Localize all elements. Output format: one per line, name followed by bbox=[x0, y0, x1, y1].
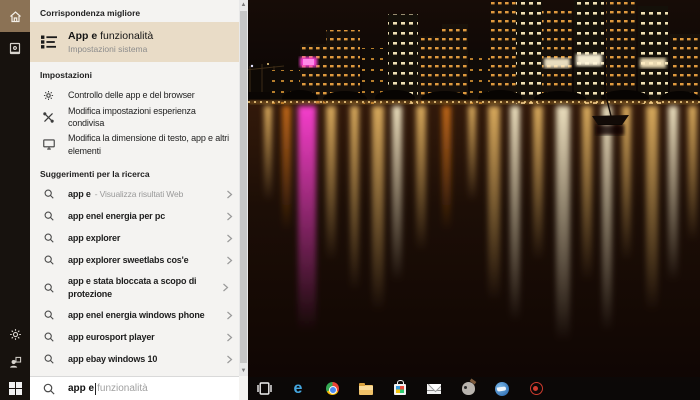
scrollbar-thumb[interactable] bbox=[240, 11, 247, 363]
gear-icon bbox=[40, 90, 57, 101]
chevron-right-icon[interactable] bbox=[226, 234, 233, 243]
suggestion-item[interactable]: app enel energia per pc bbox=[30, 205, 239, 227]
search-icon bbox=[40, 211, 57, 221]
red-app-icon[interactable] bbox=[528, 381, 544, 397]
search-results-panel: Corrispondenza migliore App e funzionali… bbox=[30, 0, 248, 400]
account-icon bbox=[9, 356, 22, 369]
desktop: e bbox=[0, 0, 700, 400]
suggestion-item[interactable]: app ebay windows 10 bbox=[30, 348, 239, 370]
search-suggestions-header: Suggerimenti per la ricerca bbox=[30, 164, 239, 183]
search-icon bbox=[40, 255, 57, 265]
windows-start-icon bbox=[9, 382, 22, 395]
suggestion-web-results[interactable]: app e- Visualizza risultati Web bbox=[30, 183, 239, 205]
home-icon bbox=[9, 10, 22, 23]
search-typed-text: app e bbox=[68, 383, 94, 394]
rail-spacer bbox=[0, 64, 30, 320]
setting-item-app-browser-control[interactable]: Controllo delle app e del browser bbox=[30, 84, 239, 106]
setting-item-text-size[interactable]: Modifica la dimensione di testo, app e a… bbox=[30, 128, 239, 161]
thunderbird-icon[interactable] bbox=[494, 381, 510, 397]
suggestion-item[interactable]: app explorer bbox=[30, 227, 239, 249]
search-icon bbox=[40, 332, 57, 342]
chrome-icon[interactable] bbox=[324, 381, 340, 397]
best-match-header: Corrispondenza migliore bbox=[30, 3, 239, 22]
file-explorer-icon[interactable] bbox=[358, 381, 374, 397]
search-icon bbox=[40, 283, 57, 293]
suggestion-text: app enel energia per pc bbox=[68, 210, 222, 222]
display-icon bbox=[40, 139, 57, 150]
chevron-right-icon[interactable] bbox=[222, 283, 229, 292]
chevron-right-icon[interactable] bbox=[226, 190, 233, 199]
task-view-icon[interactable] bbox=[256, 381, 272, 397]
setting-item-label: Controllo delle app e del browser bbox=[68, 89, 233, 101]
account-button[interactable] bbox=[0, 348, 30, 376]
chevron-right-icon[interactable] bbox=[226, 311, 233, 320]
chevron-right-icon[interactable] bbox=[226, 355, 233, 364]
best-match-subtitle: Impostazioni sistema bbox=[68, 44, 233, 54]
setting-item-label: Modifica impostazioni esperienza condivi… bbox=[68, 105, 233, 129]
suggestion-text: app e stata bloccata a scopo di protezio… bbox=[68, 275, 218, 299]
scrollbar-down-arrow-icon[interactable]: ▼ bbox=[239, 366, 248, 376]
chevron-right-icon[interactable] bbox=[226, 333, 233, 342]
scrollbar-up-arrow-icon[interactable]: ▲ bbox=[239, 0, 248, 10]
best-match-title: App e funzionalità bbox=[68, 30, 233, 43]
best-match-result[interactable]: App e funzionalità Impostazioni sistema bbox=[30, 22, 239, 62]
mail-icon[interactable] bbox=[426, 381, 442, 397]
setting-item-label: Modifica la dimensione di testo, app e a… bbox=[68, 132, 233, 156]
search-input[interactable]: app e funzionalità bbox=[30, 376, 239, 400]
suggestion-text: app explorer bbox=[68, 232, 222, 244]
suggestion-item[interactable]: app explorer sweetlabs cos'e bbox=[30, 249, 239, 271]
search-flyout: Corrispondenza migliore App e funzionali… bbox=[0, 0, 248, 400]
shared-experience-icon bbox=[40, 112, 57, 123]
suggestion-item[interactable]: app eurosport player bbox=[30, 326, 239, 348]
gear-icon bbox=[9, 328, 22, 341]
suggestion-text: app enel energia windows phone bbox=[68, 309, 222, 321]
search-icon bbox=[40, 383, 57, 395]
settings-header: Impostazioni bbox=[30, 65, 239, 84]
collection-tab[interactable] bbox=[0, 32, 30, 64]
store-icon[interactable] bbox=[392, 381, 408, 397]
chevron-right-icon[interactable] bbox=[226, 256, 233, 265]
gimp-icon[interactable] bbox=[460, 381, 476, 397]
settings-button[interactable] bbox=[0, 320, 30, 348]
start-button[interactable] bbox=[0, 376, 30, 400]
home-tab[interactable] bbox=[0, 0, 30, 32]
edge-icon[interactable]: e bbox=[290, 381, 306, 397]
search-icon bbox=[40, 354, 57, 364]
search-icon bbox=[40, 189, 57, 199]
collection-icon bbox=[9, 42, 21, 55]
suggestion-text: app ebay windows 10 bbox=[68, 353, 222, 365]
suggestion-text: app explorer sweetlabs cos'e bbox=[68, 254, 222, 266]
suggestion-text: app eurosport player bbox=[68, 331, 222, 343]
search-flyout-rail bbox=[0, 0, 30, 400]
chevron-right-icon[interactable] bbox=[226, 212, 233, 221]
suggestion-item[interactable]: app e stata bloccata a scopo di protezio… bbox=[30, 271, 239, 304]
suggestion-item[interactable]: app enel energia windows phone bbox=[30, 304, 239, 326]
text-caret bbox=[95, 383, 96, 395]
search-icon bbox=[40, 310, 57, 320]
apps-features-icon bbox=[40, 35, 57, 49]
suggestion-text: app e- Visualizza risultati Web bbox=[68, 188, 222, 200]
panel-scrollbar[interactable]: ▲ ▼ bbox=[239, 0, 248, 376]
setting-item-shared-experience[interactable]: Modifica impostazioni esperienza condivi… bbox=[30, 106, 239, 128]
search-icon bbox=[40, 233, 57, 243]
search-inline-completion: funzionalità bbox=[97, 383, 148, 394]
